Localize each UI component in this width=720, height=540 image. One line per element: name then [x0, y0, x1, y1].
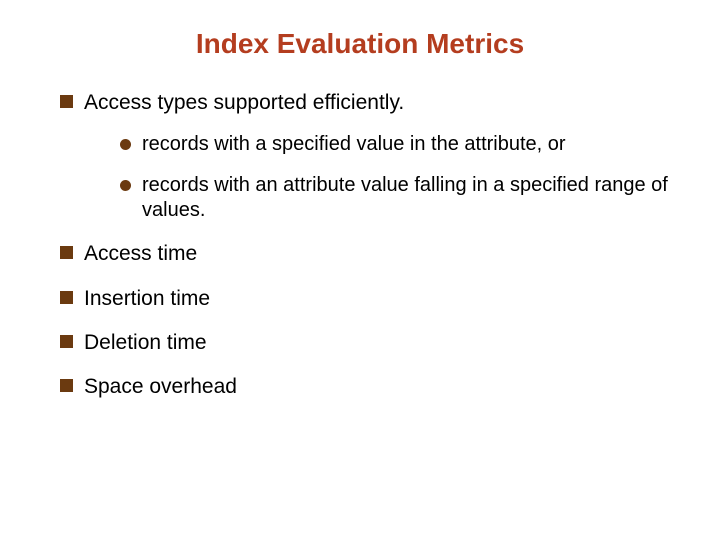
list-item-text: Deletion time — [84, 331, 207, 354]
list-item-text: records with a specified value in the at… — [142, 133, 566, 155]
list-item-text: Access time — [84, 242, 197, 265]
slide-title: Index Evaluation Metrics — [40, 28, 680, 60]
list-item-text: Space overhead — [84, 375, 237, 398]
level2-list: records with a specified value in the at… — [84, 132, 680, 223]
list-item: records with a specified value in the at… — [120, 132, 680, 157]
list-item-text: Access types supported efficiently. — [84, 91, 404, 114]
level1-list: Access types supported efficiently. reco… — [40, 90, 680, 400]
list-item: records with an attribute value falling … — [120, 173, 680, 223]
list-item: Access types supported efficiently. reco… — [60, 90, 680, 223]
list-item: Access time — [60, 241, 680, 267]
list-item: Space overhead — [60, 374, 680, 400]
list-item: Deletion time — [60, 330, 680, 356]
list-item-text: Insertion time — [84, 287, 210, 310]
list-item: Insertion time — [60, 286, 680, 312]
slide: Index Evaluation Metrics Access types su… — [0, 0, 720, 540]
list-item-text: records with an attribute value falling … — [142, 174, 668, 221]
